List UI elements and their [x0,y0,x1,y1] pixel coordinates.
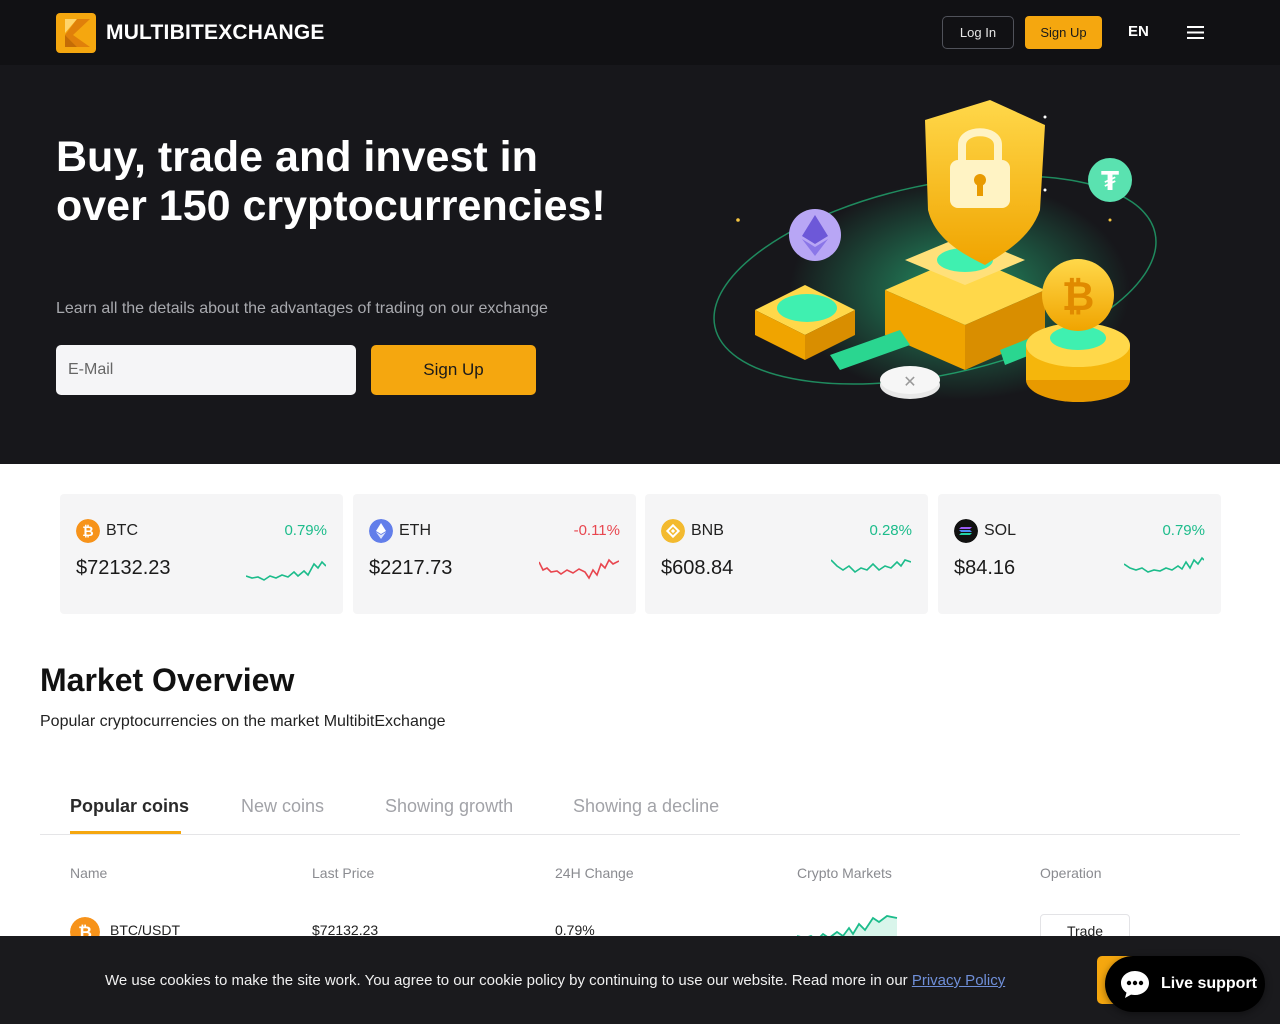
ethereum-icon [369,519,393,543]
ticker-change: -0.11% [573,522,620,539]
ticker-symbol: ETH [399,522,431,539]
ticker-symbol: BTC [106,522,138,539]
brand-name: MULTIBITEXCHANGE [106,21,325,44]
active-tab-indicator [70,831,181,834]
ticker-sparkline [1124,556,1204,573]
market-tabs: Popular coins New coins Showing growth S… [40,793,1240,835]
column-header-operation: Operation [1040,865,1102,881]
ticker-card-bnb[interactable]: BNB 0.28% $608.84 [645,494,928,614]
ticker-price: $608.84 [661,557,734,579]
cookie-message: We use cookies to make the site work. Yo… [105,972,912,989]
tab-showing-decline[interactable]: Showing a decline [573,796,719,817]
ticker-change: 0.28% [869,522,912,539]
language-selector[interactable]: EN [1128,23,1149,40]
crypto-security-illustration: ₿ ₮ ✕ [713,100,1157,402]
column-header-crypto-markets: Crypto Markets [797,865,892,881]
tab-popular-coins[interactable]: Popular coins [70,796,189,817]
top-navbar: MULTIBITEXCHANGE Log In Sign Up EN [0,0,1280,65]
svg-text:₿: ₿ [82,524,93,540]
hamburger-menu-icon[interactable] [1187,26,1204,39]
svg-text:₿: ₿ [1062,274,1095,320]
market-overview-subtitle: Popular cryptocurrencies on the market M… [40,713,446,730]
signup-button-hero[interactable]: Sign Up [371,345,536,395]
market-overview-title: Market Overview [40,662,295,698]
cookie-text: We use cookies to make the site work. Yo… [105,972,1005,989]
ticker-card-sol[interactable]: SOL 0.79% $84.16 [938,494,1221,614]
ticker-change: 0.79% [284,522,327,539]
ticker-card-eth[interactable]: ETH -0.11% $2217.73 [353,494,636,614]
ticker-card-btc[interactable]: ₿ BTC 0.79% $72132.23 [60,494,343,614]
column-header-name: Name [70,865,108,881]
cookie-banner: We use cookies to make the site work. Yo… [0,936,1280,1024]
hero-title: Buy, trade and invest in over 150 crypto… [56,133,606,230]
ticker-change: 0.79% [1162,522,1205,539]
brand-logo[interactable]: MULTIBITEXCHANGE [56,13,325,53]
ticker-symbol: SOL [984,522,1017,539]
chat-bubble-icon [1121,971,1149,998]
tab-new-coins[interactable]: New coins [241,796,324,817]
ticker-price: $72132.23 [76,557,171,579]
tab-showing-growth[interactable]: Showing growth [385,796,513,817]
email-field[interactable] [56,345,356,395]
ticker-sparkline [831,559,911,574]
solana-icon [954,519,978,543]
login-button[interactable]: Log In [942,16,1014,49]
privacy-policy-link[interactable]: Privacy Policy [912,972,1005,989]
ticker-sparkline [539,558,619,580]
ticker-price: $84.16 [954,557,1016,579]
live-support-button[interactable]: Live support [1105,956,1265,1012]
bnb-icon [661,519,685,543]
signup-button-header[interactable]: Sign Up [1025,16,1102,49]
ticker-symbol: BNB [691,522,724,539]
ticker-sparkline [246,560,326,581]
column-header-24h-change: 24H Change [555,865,634,881]
hero-section: Buy, trade and invest in over 150 crypto… [0,65,1280,464]
ticker-price: $2217.73 [369,557,453,579]
live-support-label: Live support [1161,975,1258,992]
bitcoin-icon: ₿ [76,519,100,543]
hero-subtitle: Learn all the details about the advantag… [56,300,548,317]
svg-text:₮: ₮ [1101,167,1119,197]
column-header-last-price: Last Price [312,865,375,881]
svg-text:✕: ✕ [903,372,916,391]
multibit-logo-icon [56,13,96,53]
